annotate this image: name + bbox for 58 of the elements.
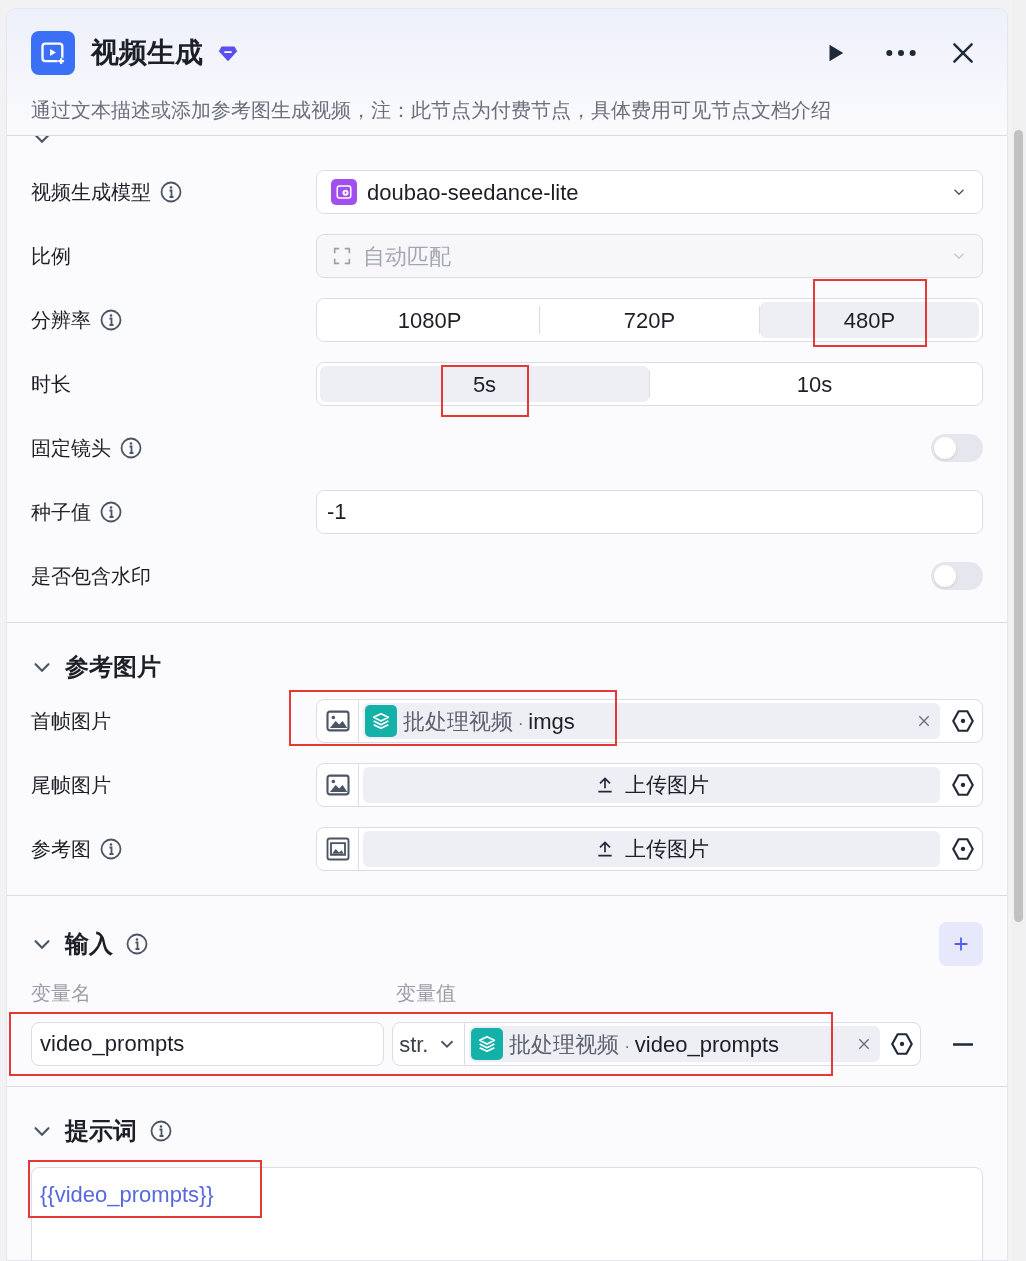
node-title: 视频生成 <box>91 36 203 70</box>
prompt-text: {{video_prompts}} <box>40 1181 214 1209</box>
info-icon <box>125 932 149 956</box>
section-title: 提示词 <box>65 1116 137 1146</box>
close-icon <box>950 40 976 66</box>
segment-option[interactable]: 5s <box>320 366 649 402</box>
field-label: 分辨率 <box>31 308 91 333</box>
section-toggle[interactable]: 参考图片 <box>31 649 161 685</box>
segment-option[interactable]: 480P <box>760 302 979 338</box>
field-label: 参考图 <box>31 837 91 862</box>
variable-value-field[interactable]: str. 批处理视频 · video_prompts <box>392 1022 922 1066</box>
image-input-field[interactable]: 批处理视频 · imgs <box>316 699 983 743</box>
select-value: doubao-seedance-lite <box>367 178 580 207</box>
segment-option[interactable]: 1080P <box>320 302 539 338</box>
hexagon-icon <box>950 708 976 734</box>
minus-icon <box>953 1042 974 1046</box>
hexagon-icon <box>889 1031 916 1057</box>
section-title: 输入 <box>65 929 113 959</box>
field-label: 视频生成模型 <box>31 180 151 205</box>
image-input-field[interactable]: 上传图片 <box>316 827 983 871</box>
clear-button[interactable] <box>916 713 932 729</box>
close-icon <box>916 713 932 729</box>
expand-icon <box>331 245 353 267</box>
section-toggle[interactable]: 提示词 <box>31 1113 173 1149</box>
reference-value: 批处理视频 · video_prompts <box>509 1030 781 1059</box>
section-toggle[interactable]: 输入 <box>31 926 149 962</box>
seed-input[interactable]: -1 <box>316 490 983 534</box>
reference-value: 批处理视频 · imgs <box>403 707 576 736</box>
segment-option[interactable]: 720P <box>540 302 759 338</box>
field-label: 比例 <box>31 244 71 269</box>
section-title: 参考图片 <box>65 652 161 682</box>
field-label: 是否包含水印 <box>31 564 151 589</box>
info-icon <box>149 1119 173 1143</box>
column-header: 变量名 <box>31 981 92 1006</box>
hexagon-icon <box>950 772 976 798</box>
upload-button[interactable]: 上传图片 <box>363 831 940 867</box>
scrollbar-thumb[interactable] <box>1014 130 1023 922</box>
field-label: 种子值 <box>31 500 91 525</box>
segment-option[interactable]: 10s <box>650 366 979 402</box>
field-label: 尾帧图片 <box>31 773 111 798</box>
field-label: 固定镜头 <box>31 436 111 461</box>
add-button[interactable] <box>939 922 983 966</box>
scrollbar[interactable] <box>1012 0 1025 1261</box>
select-value: 自动匹配 <box>363 242 452 271</box>
type-select[interactable]: str. <box>393 1023 466 1065</box>
node-description: 通过文本描述或添加参考图生成视频，注：此节点为付费节点，具体费用可见节点文档介绍 <box>31 98 832 123</box>
field-label: 时长 <box>31 372 71 397</box>
more-icon <box>886 49 916 57</box>
column-header: 变量值 <box>396 981 456 1006</box>
variable-name-input[interactable]: video_prompts <box>31 1022 385 1066</box>
prompt-editor[interactable]: {{video_prompts}} <box>31 1167 983 1260</box>
hexagon-icon <box>950 836 976 862</box>
toggle-switch[interactable] <box>931 562 983 590</box>
field-label: 首帧图片 <box>31 709 111 734</box>
select-field[interactable]: doubao-seedance-lite <box>316 170 983 214</box>
toggle-switch[interactable] <box>931 434 983 462</box>
image-input-field[interactable]: 上传图片 <box>316 763 983 807</box>
upload-button[interactable]: 上传图片 <box>363 767 940 803</box>
